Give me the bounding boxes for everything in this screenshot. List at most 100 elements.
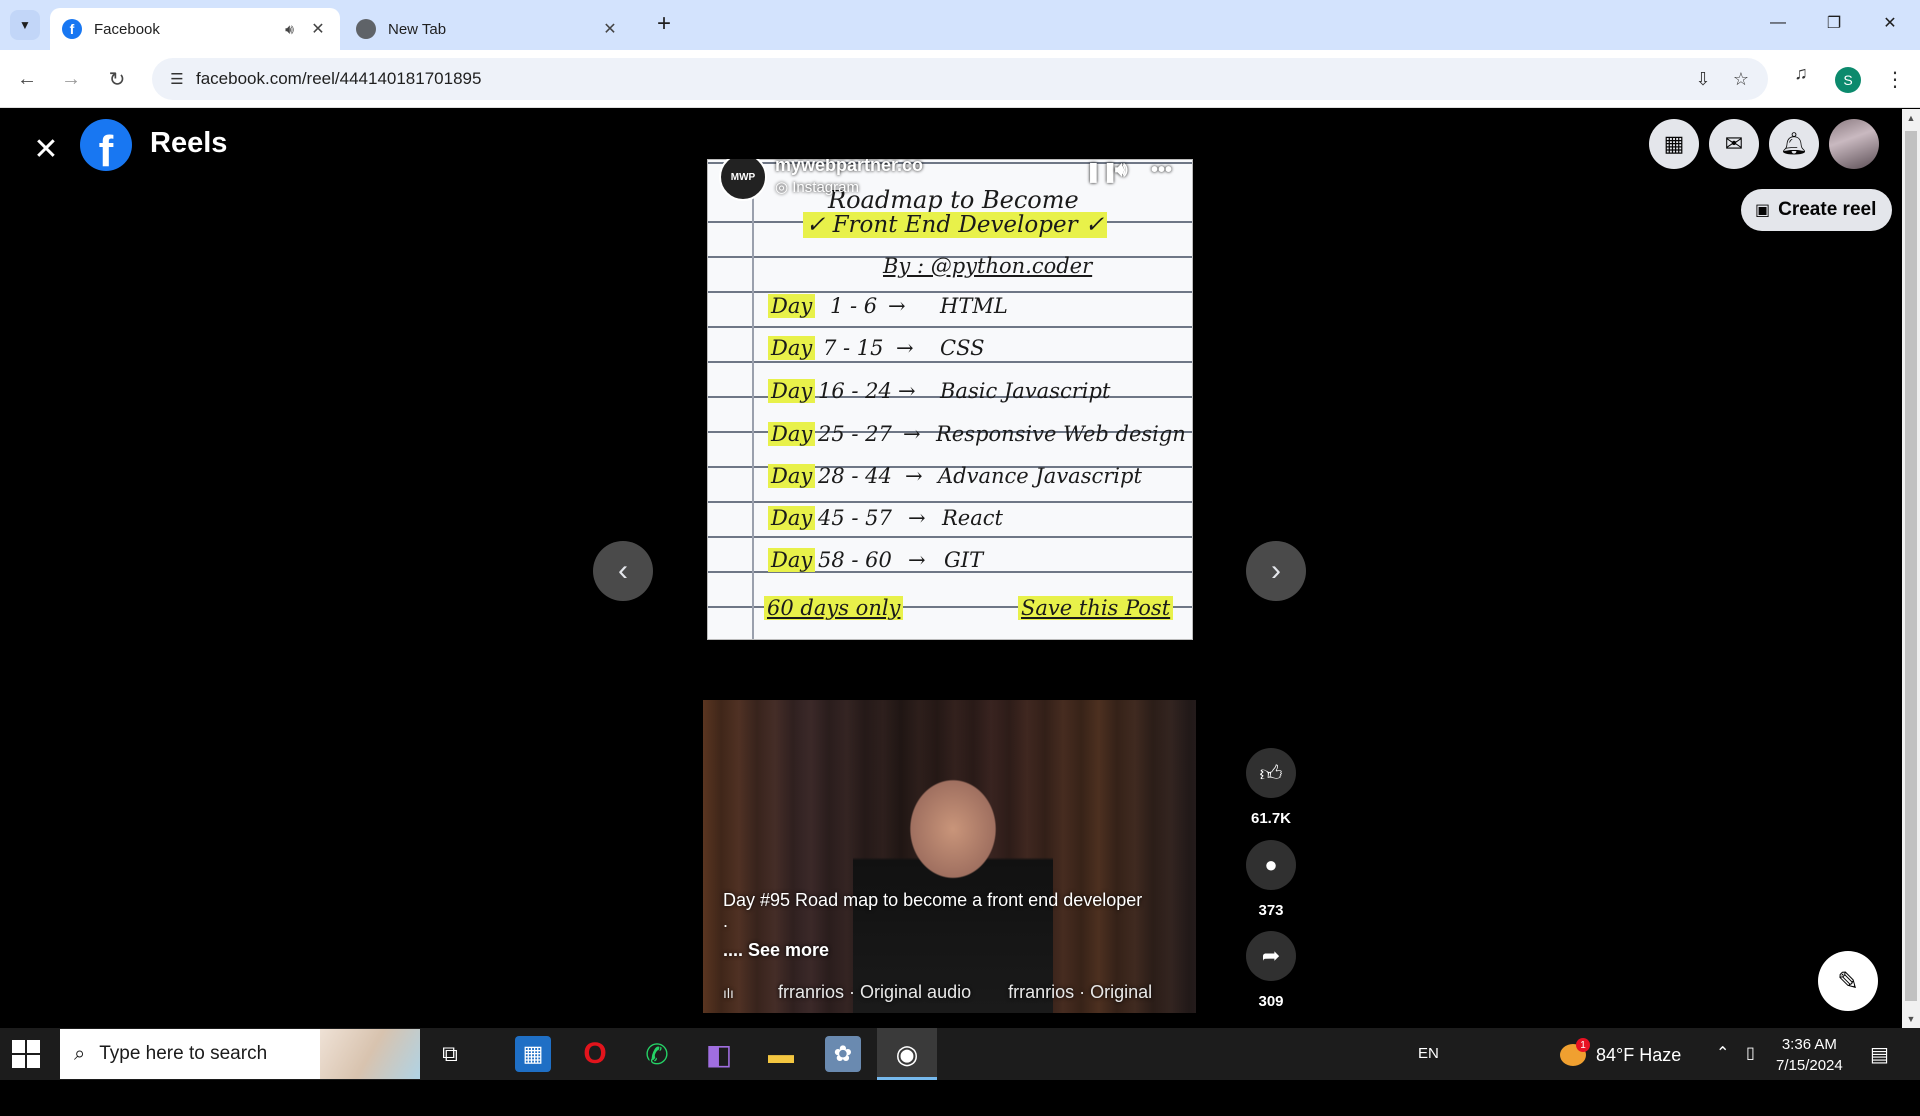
window-close-icon[interactable]: ✕ xyxy=(1868,8,1912,38)
share-icon[interactable]: ➦ xyxy=(1246,931,1296,981)
arrow-icon: → xyxy=(888,294,906,318)
reload-icon[interactable]: ↻ xyxy=(100,62,134,96)
tab-new-tab[interactable]: New Tab ✕ xyxy=(344,8,632,50)
visual-studio-icon[interactable]: ◧ xyxy=(701,1036,737,1072)
scroll-down-icon[interactable]: ▼ xyxy=(1902,1010,1920,1028)
day-label: Day xyxy=(768,422,816,446)
scrollbar-thumb[interactable] xyxy=(1905,131,1917,1001)
day-range: 58 - 60 xyxy=(818,548,892,572)
arrow-icon: → xyxy=(896,336,914,360)
scroll-up-icon[interactable]: ▲ xyxy=(1902,109,1920,127)
microsoft-store-icon[interactable]: ▦ xyxy=(515,1036,551,1072)
day-label: Day xyxy=(768,506,816,530)
channel-avatar[interactable]: MWP xyxy=(719,159,767,201)
day-range: 28 - 44 xyxy=(818,464,892,488)
audio-text-scroll: frranrios · Original xyxy=(1008,982,1153,1002)
weather-text: 84°F Haze xyxy=(1596,1044,1682,1065)
day-range: 1 - 6 xyxy=(830,294,878,318)
notebook-footer-left: 60 days only xyxy=(764,596,904,620)
tab-title: Facebook xyxy=(94,20,160,38)
menu-grid-icon[interactable]: ▦ xyxy=(1649,119,1699,169)
share-action[interactable]: ➦ 309 xyxy=(1246,931,1296,1010)
tab-close-icon[interactable]: ✕ xyxy=(600,19,620,39)
forward-icon[interactable]: → xyxy=(54,62,88,96)
messenger-icon[interactable]: ✉ xyxy=(1709,119,1759,169)
previous-reel-button[interactable]: ‹ xyxy=(593,541,653,601)
file-explorer-icon[interactable]: ▬ xyxy=(763,1036,799,1072)
comment-count: 373 xyxy=(1258,902,1284,919)
notification-center-icon[interactable]: ▤ xyxy=(1870,1042,1889,1067)
restore-icon[interactable]: ❐ xyxy=(1812,8,1856,38)
reel-camera-icon: ▣ xyxy=(1755,202,1771,219)
topic: Basic Javascript xyxy=(940,379,1111,403)
facebook-favicon-icon: f xyxy=(62,19,82,39)
next-reel-button[interactable]: › xyxy=(1246,541,1306,601)
see-more-link[interactable]: .... See more xyxy=(723,940,829,961)
show-hidden-icons-icon[interactable]: ⌃ xyxy=(1716,1043,1729,1063)
like-action[interactable]: 👍︎ 61.7K xyxy=(1246,748,1296,827)
like-count: 61.7K xyxy=(1250,810,1292,827)
comment-icon[interactable]: ● xyxy=(1246,840,1296,890)
profile-avatar[interactable]: S xyxy=(1835,67,1861,93)
arrow-icon: → xyxy=(908,506,926,530)
channel-name[interactable]: mywebpartner.co xyxy=(775,159,923,176)
create-reel-button[interactable]: ▣ Create reel xyxy=(1741,189,1893,231)
video-scene: Day #95 Road map to become a front end d… xyxy=(703,700,1196,1013)
weather-widget[interactable]: 1 84°F Haze xyxy=(1560,1038,1682,1066)
more-options-icon[interactable]: ••• xyxy=(1151,159,1172,182)
media-control-icon[interactable]: ♫ xyxy=(1786,58,1816,88)
url-text[interactable]: facebook.com/reel/444140181701895 xyxy=(196,69,481,89)
tab-search-dropdown-icon[interactable]: ▼ xyxy=(10,10,40,40)
user-avatar[interactable] xyxy=(1829,119,1879,169)
like-icon[interactable]: 👍︎ xyxy=(1246,748,1296,798)
notebook-title-2: ✓ Front End Developer ✓ xyxy=(803,212,1108,238)
bookmark-star-icon[interactable]: ☆ xyxy=(1726,64,1756,94)
taskbar-clock[interactable]: 3:36 AM 7/15/2024 xyxy=(1776,1034,1843,1076)
photos-app-icon[interactable]: ✿ xyxy=(825,1036,861,1072)
day-range: 45 - 57 xyxy=(818,506,892,530)
tab-facebook[interactable]: f Facebook 🔊︎ ✕ xyxy=(50,8,340,50)
pause-icon[interactable]: ❚❚ xyxy=(1085,159,1119,184)
topic: CSS xyxy=(940,336,985,360)
address-bar[interactable]: ☰ facebook.com/reel/444140181701895 ⇩ ☆ xyxy=(152,58,1768,100)
new-tab-button[interactable]: + xyxy=(650,10,678,38)
windows-taskbar: ⌕ Type here to search ⧉ ▦ O ✆ ◧ ▬ ✿ ◉ EN… xyxy=(0,1028,1920,1080)
browser-tabstrip: ▼ f Facebook 🔊︎ ✕ New Tab ✕ + — ❐ ✕ xyxy=(0,0,1920,50)
notifications-bell-icon[interactable]: 🔔︎ xyxy=(1769,119,1819,169)
install-app-icon[interactable]: ⇩ xyxy=(1688,64,1718,94)
tab-audio-icon[interactable]: 🔊︎ xyxy=(285,21,294,38)
tab-close-icon[interactable]: ✕ xyxy=(308,19,328,39)
opera-icon[interactable]: O xyxy=(577,1036,613,1072)
day-range: 7 - 15 xyxy=(823,336,884,360)
search-icon: ⌕ xyxy=(74,1042,86,1065)
comment-action[interactable]: ● 373 xyxy=(1246,840,1296,919)
caption-text: Day #95 Road map to become a front end d… xyxy=(723,890,1143,910)
windows-start-icon[interactable] xyxy=(12,1040,40,1068)
channel-source-label: Instagram xyxy=(792,179,859,196)
reel-video[interactable]: Roadmap to Become ✓ Front End Developer … xyxy=(703,159,1196,1116)
audio-info[interactable]: ılı frranrios · Original audio frranrios… xyxy=(723,982,1183,1003)
day-label: Day xyxy=(768,464,816,488)
network-icon[interactable]: ▯ xyxy=(1746,1043,1755,1063)
close-icon[interactable]: ✕ xyxy=(28,131,64,167)
minimize-icon[interactable]: — xyxy=(1756,8,1800,38)
notebook-frame: Roadmap to Become ✓ Front End Developer … xyxy=(707,159,1193,640)
arrow-icon: → xyxy=(898,379,916,403)
taskbar-search-input[interactable]: ⌕ Type here to search xyxy=(60,1029,420,1079)
topic: Responsive Web design xyxy=(936,422,1186,446)
arrow-icon: → xyxy=(903,422,921,446)
reel-header: MWP mywebpartner.co ◎ Instagram ❚❚ 🔊︎ ••… xyxy=(719,159,1179,203)
back-icon[interactable]: ← xyxy=(10,62,44,96)
facebook-logo[interactable]: f xyxy=(80,119,132,171)
task-view-icon[interactable]: ⧉ xyxy=(432,1036,468,1072)
browser-menu-icon[interactable]: ⋮ xyxy=(1880,64,1910,94)
page-scrollbar[interactable]: ▲ ▼ xyxy=(1902,109,1920,1028)
volume-icon[interactable]: 🔊︎ xyxy=(1115,159,1128,182)
language-indicator[interactable]: EN xyxy=(1418,1045,1439,1062)
whatsapp-icon[interactable]: ✆ xyxy=(639,1036,675,1072)
instagram-icon: ◎ xyxy=(775,179,793,196)
day-label: Day xyxy=(768,379,816,403)
site-info-icon[interactable]: ☰ xyxy=(162,64,192,94)
chrome-icon[interactable]: ◉ xyxy=(889,1036,925,1072)
compose-message-icon[interactable]: ✎ xyxy=(1818,951,1878,1011)
